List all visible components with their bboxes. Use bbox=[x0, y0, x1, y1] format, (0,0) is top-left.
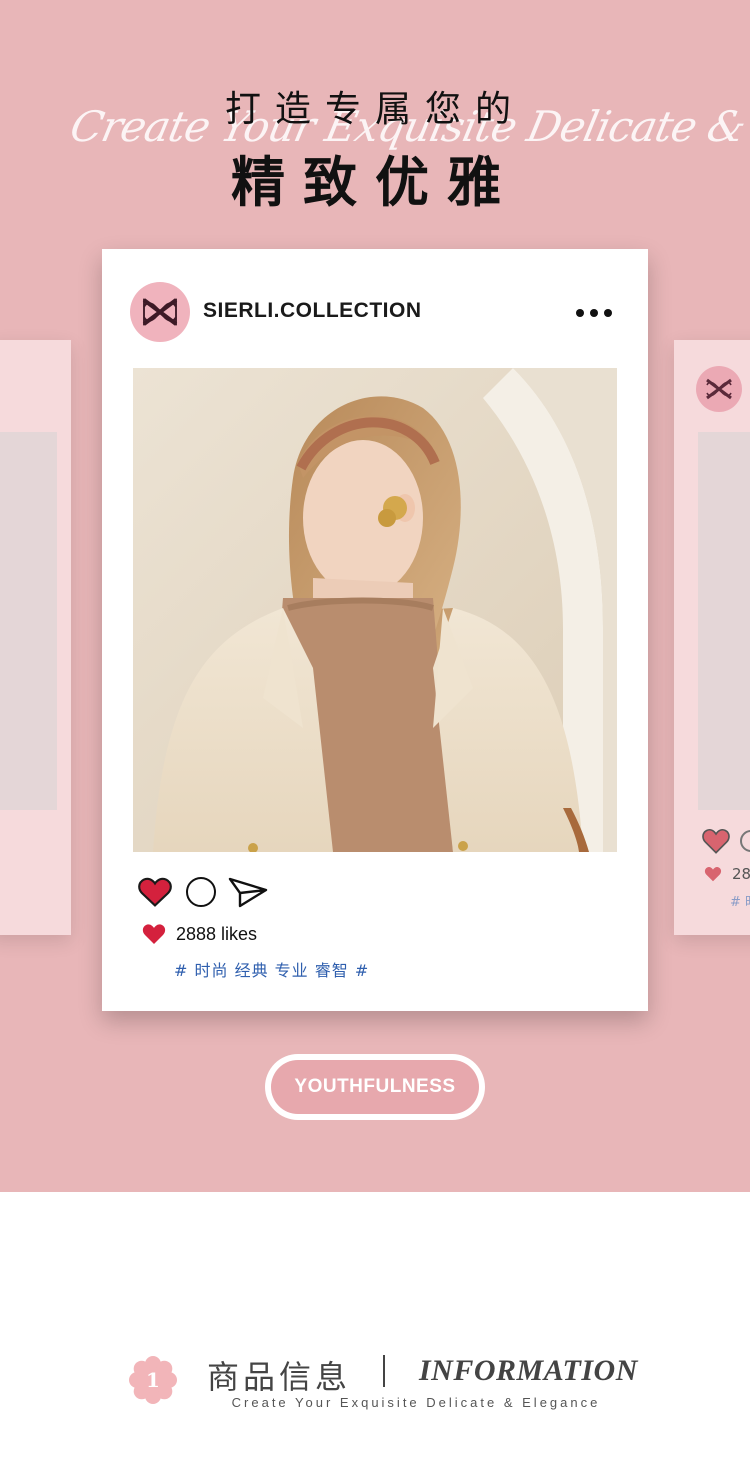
comment-icon bbox=[740, 830, 750, 852]
dot-icon bbox=[604, 309, 612, 317]
post-card: SIERLI.COLLECTION 2888 likes # 时尚 经典 专业 … bbox=[102, 249, 648, 1011]
youthfulness-tag-button[interactable]: YOUTHFULNESS bbox=[265, 1054, 485, 1120]
share-send-icon[interactable] bbox=[228, 876, 268, 908]
next-post-image bbox=[698, 432, 750, 810]
section-number: 1 bbox=[146, 1368, 160, 1392]
post-action-bar bbox=[138, 875, 268, 909]
heart-icon bbox=[702, 829, 730, 854]
post-photo[interactable] bbox=[133, 368, 617, 852]
previous-post-card[interactable] bbox=[0, 340, 71, 935]
brand-logo-icon bbox=[696, 366, 742, 412]
brand-logo-icon bbox=[142, 298, 178, 326]
comment-icon[interactable] bbox=[186, 877, 216, 907]
account-name[interactable]: SIERLI.COLLECTION bbox=[203, 299, 422, 323]
section-title-cn: 商品信息 bbox=[207, 1358, 352, 1396]
next-post-likes: 288 bbox=[732, 865, 750, 883]
headline-line-1: 打造专属您的 bbox=[224, 89, 525, 130]
like-heart-icon[interactable] bbox=[138, 876, 172, 908]
hero-section: 288 # 时 Create Your Exquisite Delicate &… bbox=[0, 0, 750, 1192]
heart-icon bbox=[142, 924, 166, 944]
headline-line-2: 精致优雅 bbox=[231, 151, 519, 214]
more-options-button[interactable] bbox=[572, 303, 616, 323]
section-subtitle: Create Your Exquisite Delicate & Eleganc… bbox=[231, 1395, 601, 1410]
product-info-header: 1 商品信息 INFORMATION Create Your Exquisite… bbox=[0, 1340, 750, 1420]
dot-icon bbox=[576, 309, 584, 317]
likes-row: 2888 likes bbox=[142, 923, 257, 945]
post-hashtags[interactable]: # 时尚 经典 专业 睿智 # bbox=[174, 957, 369, 981]
likes-count[interactable]: 2888 likes bbox=[176, 924, 257, 945]
next-post-hashtags: # 时 bbox=[730, 895, 750, 910]
tag-button-label: YOUTHFULNESS bbox=[271, 1060, 479, 1114]
title-divider bbox=[383, 1355, 385, 1387]
avatar[interactable] bbox=[130, 282, 190, 342]
dot-icon bbox=[590, 309, 598, 317]
next-post-card[interactable]: 288 # 时 bbox=[674, 340, 750, 935]
model-photo-illustration bbox=[133, 368, 617, 852]
previous-post-image bbox=[0, 432, 57, 810]
heart-icon bbox=[704, 867, 722, 882]
section-title-en: INFORMATION bbox=[419, 1354, 638, 1387]
